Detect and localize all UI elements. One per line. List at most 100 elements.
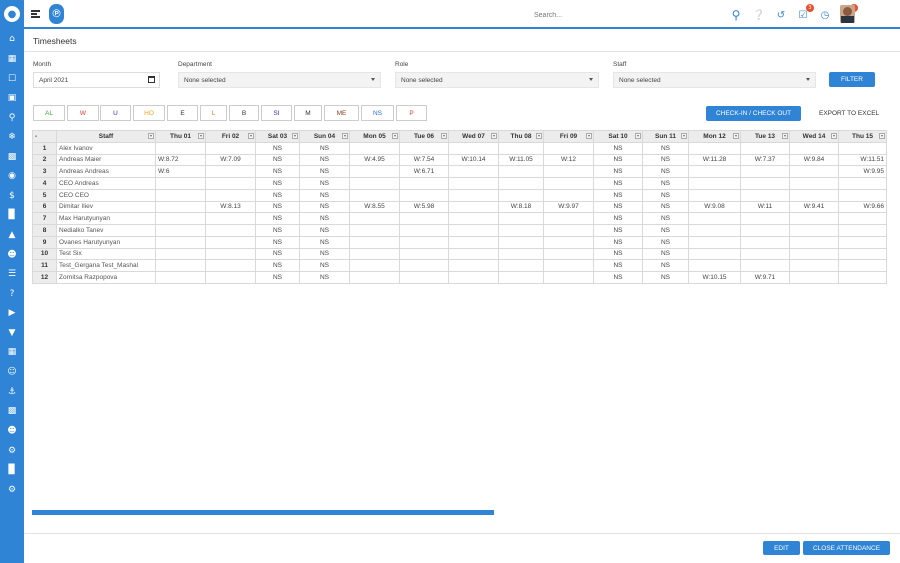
column-header-day[interactable]: Sun 11 bbox=[642, 130, 689, 143]
calendar-grid-icon[interactable]: ▦ bbox=[5, 345, 19, 359]
timesheet-cell[interactable] bbox=[155, 177, 206, 190]
timesheet-cell[interactable]: NS bbox=[642, 259, 689, 272]
timesheet-cell[interactable] bbox=[155, 235, 206, 249]
column-header-day[interactable]: Thu 01 bbox=[155, 130, 206, 143]
timesheet-cell[interactable]: W:9.95 bbox=[838, 165, 887, 178]
filter-dropdown-icon[interactable] bbox=[733, 133, 739, 139]
timesheet-cell[interactable] bbox=[498, 141, 544, 155]
filter-dropdown-icon[interactable] bbox=[491, 133, 497, 139]
clock-icon[interactable]: ◷ bbox=[819, 9, 831, 21]
timesheet-cell[interactable] bbox=[448, 271, 499, 284]
timesheet-cell[interactable] bbox=[789, 224, 839, 237]
horizontal-scrollbar[interactable] bbox=[32, 510, 494, 515]
timesheet-cell[interactable]: NS bbox=[255, 247, 300, 261]
timesheet-cell[interactable]: W:9.97 bbox=[543, 200, 594, 214]
checkin-checkout-button[interactable]: CHECK-IN / CHECK OUT bbox=[706, 106, 801, 121]
timesheet-cell[interactable]: NS bbox=[255, 153, 300, 167]
timesheet-cell[interactable]: W:9.71 bbox=[740, 271, 790, 284]
legend-ho[interactable]: HO bbox=[133, 105, 165, 121]
timesheet-cell[interactable]: NS bbox=[299, 271, 350, 284]
month-field[interactable]: April 2021 bbox=[33, 72, 160, 88]
timesheet-cell[interactable] bbox=[498, 165, 544, 178]
timesheet-cell[interactable]: NS bbox=[642, 153, 689, 167]
timesheet-cell[interactable] bbox=[543, 224, 594, 237]
factory-icon[interactable]: ▉ bbox=[5, 463, 19, 477]
timesheet-cell[interactable] bbox=[688, 224, 741, 237]
timesheet-cell[interactable] bbox=[448, 141, 499, 155]
timesheet-cell[interactable]: W:8.55 bbox=[349, 200, 400, 214]
column-header-day[interactable]: Sat 03 bbox=[255, 130, 300, 143]
timesheet-cell[interactable]: NS bbox=[255, 224, 300, 237]
timesheet-cell[interactable] bbox=[498, 188, 544, 202]
timesheet-cell[interactable]: NS bbox=[642, 141, 689, 155]
timesheet-cell[interactable] bbox=[543, 235, 594, 249]
column-header-day[interactable]: Thu 15 bbox=[838, 130, 887, 143]
avatar[interactable] bbox=[840, 5, 855, 23]
filter-dropdown-icon[interactable] bbox=[536, 133, 542, 139]
timesheet-cell[interactable] bbox=[349, 177, 400, 190]
settings-icon[interactable]: ⚙ bbox=[5, 483, 19, 497]
timesheet-cell[interactable] bbox=[205, 188, 256, 202]
timesheet-cell[interactable]: NS bbox=[642, 235, 689, 249]
timesheet-cell[interactable] bbox=[740, 235, 790, 249]
timesheet-cell[interactable]: NS bbox=[255, 200, 300, 214]
edit-button[interactable]: EDIT bbox=[763, 541, 800, 555]
column-header-day[interactable]: Mon 12 bbox=[688, 130, 741, 143]
timesheet-cell[interactable]: W:10.14 bbox=[448, 153, 499, 167]
timesheet-cell[interactable] bbox=[688, 141, 741, 155]
legend-b[interactable]: B bbox=[229, 105, 259, 121]
filter-dropdown-icon[interactable] bbox=[392, 133, 398, 139]
timesheet-cell[interactable] bbox=[789, 235, 839, 249]
staff-name-cell[interactable]: Test Six bbox=[56, 247, 156, 261]
timesheet-cell[interactable] bbox=[543, 247, 594, 261]
timesheet-cell[interactable] bbox=[740, 212, 790, 225]
timesheet-cell[interactable] bbox=[349, 165, 400, 178]
staff-name-cell[interactable]: Zornitsa Razpopova bbox=[56, 271, 156, 284]
bank-icon[interactable]: ▲ bbox=[5, 228, 19, 242]
timesheet-cell[interactable]: NS bbox=[593, 224, 643, 237]
column-header-day[interactable]: Mon 05 bbox=[349, 130, 400, 143]
help-icon[interactable]: ❔ bbox=[753, 9, 765, 21]
timesheet-cell[interactable] bbox=[498, 235, 544, 249]
user-circle-icon[interactable]: ☺ bbox=[5, 365, 19, 379]
legend-al[interactable]: AL bbox=[33, 105, 65, 121]
timesheet-cell[interactable]: NS bbox=[642, 177, 689, 190]
timesheet-cell[interactable] bbox=[838, 224, 887, 237]
timesheet-cell[interactable]: NS bbox=[299, 224, 350, 237]
timesheet-cell[interactable]: NS bbox=[593, 200, 643, 214]
filter-dropdown-icon[interactable] bbox=[782, 133, 788, 139]
filter-dropdown-icon[interactable] bbox=[441, 133, 447, 139]
timesheet-cell[interactable] bbox=[740, 259, 790, 272]
timesheet-cell[interactable] bbox=[349, 212, 400, 225]
legend-l[interactable]: L bbox=[200, 105, 227, 121]
gears-icon[interactable]: ⚙ bbox=[5, 444, 19, 458]
timesheet-cell[interactable] bbox=[789, 165, 839, 178]
timesheet-cell[interactable] bbox=[155, 224, 206, 237]
column-header-day[interactable]: Fri 02 bbox=[205, 130, 256, 143]
timesheet-cell[interactable]: W:9.08 bbox=[688, 200, 741, 214]
legend-p[interactable]: P bbox=[396, 105, 427, 121]
timesheet-cell[interactable] bbox=[498, 177, 544, 190]
timesheet-cell[interactable] bbox=[688, 259, 741, 272]
timesheet-cell[interactable] bbox=[498, 212, 544, 225]
calendar-icon[interactable]: ▦ bbox=[5, 52, 19, 66]
timesheet-cell[interactable]: W:10.15 bbox=[688, 271, 741, 284]
timesheet-cell[interactable] bbox=[205, 271, 256, 284]
timesheet-cell[interactable]: NS bbox=[642, 224, 689, 237]
timesheet-cell[interactable] bbox=[789, 188, 839, 202]
timesheet-cell[interactable] bbox=[498, 271, 544, 284]
timesheet-cell[interactable]: W:11.05 bbox=[498, 153, 544, 167]
legend-m[interactable]: M bbox=[294, 105, 322, 121]
timesheet-cell[interactable] bbox=[498, 247, 544, 261]
team-icon[interactable]: ☻ bbox=[5, 424, 19, 438]
timesheet-cell[interactable] bbox=[688, 247, 741, 261]
timesheet-cell[interactable] bbox=[838, 188, 887, 202]
filter-dropdown-icon[interactable] bbox=[879, 133, 885, 139]
timesheet-cell[interactable] bbox=[838, 247, 887, 261]
legend-u[interactable]: U bbox=[100, 105, 131, 121]
staff-select[interactable]: None selected bbox=[613, 72, 816, 88]
globe-icon[interactable]: ◉ bbox=[5, 169, 19, 183]
timesheet-cell[interactable] bbox=[448, 188, 499, 202]
timesheet-cell[interactable]: W:11 bbox=[740, 200, 790, 214]
timesheet-cell[interactable] bbox=[349, 224, 400, 237]
